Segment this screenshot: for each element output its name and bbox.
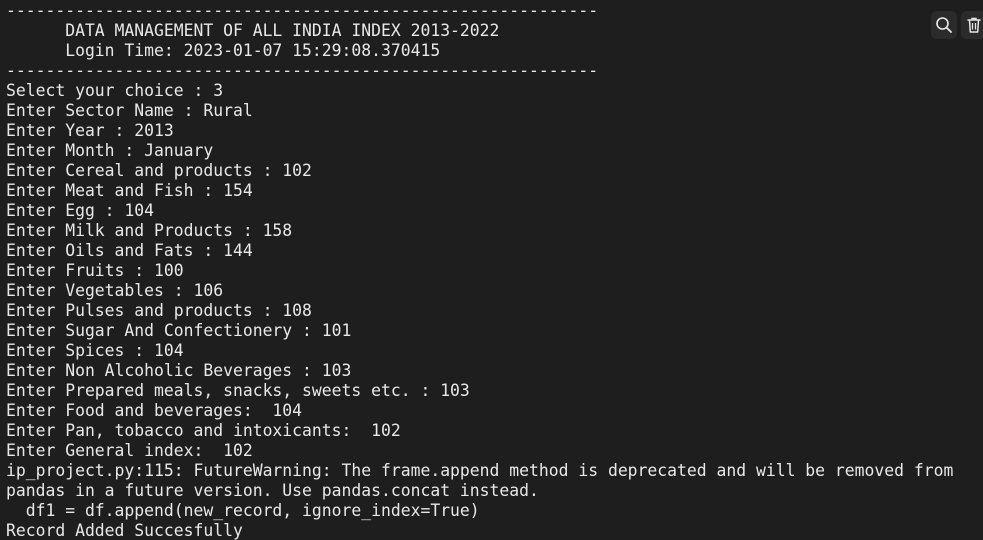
terminal-line: Select your choice : 3 — [6, 81, 224, 100]
terminal-line: Enter Food and beverages: 104 — [6, 401, 303, 420]
terminal-line: Enter Fruits : 100 — [6, 261, 184, 280]
terminal-line: Record Added Succesfully — [6, 521, 243, 540]
trash-icon — [967, 17, 981, 33]
terminal-line: Enter Pan, tobacco and intoxicants: 102 — [6, 421, 401, 440]
terminal-line: ----------------------------------------… — [6, 61, 599, 80]
terminal-line: Enter Egg : 104 — [6, 201, 155, 220]
terminal-toolbar — [931, 11, 983, 39]
terminal-line: ----------------------------------------… — [6, 1, 599, 20]
terminal-line: Enter Milk and Products : 158 — [6, 221, 293, 240]
terminal-line: Enter Sugar And Confectionery : 101 — [6, 321, 352, 340]
terminal-line: DATA MANAGEMENT OF ALL INDIA INDEX 2013-… — [6, 21, 500, 40]
search-button[interactable] — [931, 11, 957, 39]
terminal-line: Enter Cereal and products : 102 — [6, 161, 312, 180]
terminal-line: Login Time: 2023-01-07 15:29:08.370415 — [6, 41, 441, 60]
terminal-line: Enter Pulses and products : 108 — [6, 301, 312, 320]
search-icon — [936, 17, 952, 33]
terminal-line: Enter Oils and Fats : 144 — [6, 241, 253, 260]
terminal-line: Enter Sector Name : Rural — [6, 101, 253, 120]
terminal-line: Enter General index: 102 — [6, 441, 253, 460]
terminal-output[interactable]: ----------------------------------------… — [0, 0, 983, 540]
terminal-line: Enter Spices : 104 — [6, 341, 184, 360]
terminal-line: df1 = df.append(new_record, ignore_index… — [6, 501, 480, 520]
delete-button[interactable] — [961, 11, 983, 39]
terminal-line: Enter Meat and Fish : 154 — [6, 181, 253, 200]
terminal-line: Enter Year : 2013 — [6, 121, 174, 140]
terminal-line: Enter Prepared meals, snacks, sweets etc… — [6, 381, 470, 400]
terminal-lines: ----------------------------------------… — [6, 1, 983, 540]
terminal-line: ip_project.py:115: FutureWarning: The fr… — [6, 461, 954, 480]
terminal-line: Enter Non Alcoholic Beverages : 103 — [6, 361, 352, 380]
terminal-line: Enter Month : January — [6, 141, 214, 160]
terminal-line: Enter Vegetables : 106 — [6, 281, 224, 300]
terminal-line: pandas in a future version. Use pandas.c… — [6, 481, 539, 500]
